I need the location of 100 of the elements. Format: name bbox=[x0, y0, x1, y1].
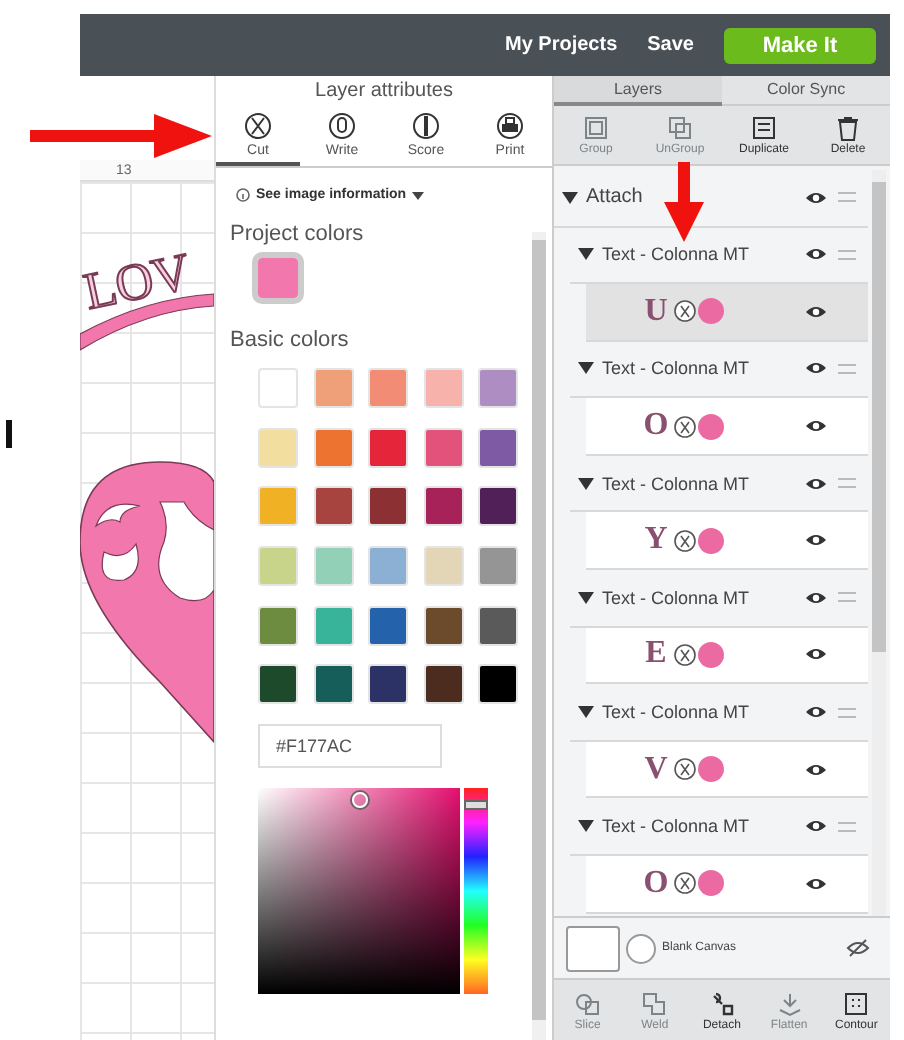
cut-icon bbox=[244, 111, 272, 139]
scrollbar[interactable] bbox=[872, 169, 886, 917]
detach-icon bbox=[707, 989, 736, 1018]
layer-row[interactable]: V bbox=[586, 741, 868, 799]
picker-handle[interactable] bbox=[352, 792, 368, 809]
visibility-icon bbox=[806, 875, 826, 892]
color-dot-icon bbox=[698, 298, 724, 325]
cut-icon bbox=[674, 758, 696, 781]
color-swatch[interactable] bbox=[368, 486, 408, 527]
canvas-color-swatch[interactable] bbox=[566, 925, 620, 972]
color-swatch[interactable] bbox=[258, 605, 298, 646]
visibility-icon bbox=[806, 761, 826, 778]
layer-group-label[interactable]: Text - Colonna MT bbox=[602, 244, 806, 265]
color-swatch[interactable] bbox=[478, 368, 518, 408]
color-swatch[interactable] bbox=[423, 546, 463, 587]
color-swatch[interactable] bbox=[258, 368, 298, 408]
layer-glyph: O bbox=[642, 408, 670, 445]
layer-group-label[interactable]: Text - Colonna MT bbox=[602, 702, 806, 723]
color-swatch[interactable] bbox=[313, 427, 353, 468]
section-title: Basic colors bbox=[230, 328, 351, 352]
nav-link[interactable]: My Projects bbox=[505, 34, 618, 56]
color-swatch[interactable] bbox=[423, 368, 463, 408]
color-swatch[interactable] bbox=[368, 368, 408, 408]
layer-row[interactable]: U bbox=[586, 284, 868, 342]
visibility-icon bbox=[806, 646, 826, 663]
cut-icon bbox=[674, 300, 696, 323]
color-swatch[interactable] bbox=[478, 427, 518, 468]
layer-row[interactable]: E bbox=[586, 627, 868, 685]
caret-icon[interactable] bbox=[578, 477, 594, 490]
color-swatch[interactable] bbox=[368, 546, 408, 587]
hidden-icon bbox=[846, 938, 870, 959]
score-icon bbox=[412, 111, 440, 139]
layer-glyph: O bbox=[642, 865, 670, 902]
color-dot-icon bbox=[698, 527, 724, 554]
section-title: Project colors bbox=[230, 222, 366, 246]
color-swatch[interactable] bbox=[478, 664, 518, 705]
hue-slider[interactable] bbox=[464, 788, 488, 995]
caret-icon[interactable] bbox=[578, 362, 594, 375]
color-dot-icon bbox=[698, 413, 724, 440]
scrollbar[interactable] bbox=[532, 232, 546, 1040]
arrow-annotation bbox=[664, 162, 704, 242]
layer-row[interactable]: O bbox=[586, 398, 868, 456]
visibility-icon bbox=[806, 818, 826, 835]
caret-icon[interactable] bbox=[562, 191, 578, 204]
drag-handle-icon bbox=[838, 363, 856, 374]
color-swatch[interactable] bbox=[423, 605, 463, 646]
hex-input-field[interactable]: #F177AC bbox=[258, 724, 442, 769]
color-swatch[interactable] bbox=[423, 486, 463, 527]
color-dot-icon bbox=[698, 641, 724, 668]
color-swatch[interactable] bbox=[258, 486, 298, 527]
drag-handle-icon bbox=[838, 478, 856, 489]
nav-link[interactable]: Save bbox=[647, 34, 694, 56]
caret-icon[interactable] bbox=[578, 591, 594, 604]
color-swatch[interactable] bbox=[313, 486, 353, 527]
color-swatch[interactable] bbox=[258, 427, 298, 468]
layer-group-label[interactable]: Text - Colonna MT bbox=[602, 587, 806, 608]
flatten-icon bbox=[775, 989, 804, 1018]
cut-icon bbox=[674, 415, 696, 438]
layer-group-label[interactable]: Text - Colonna MT bbox=[602, 473, 806, 494]
layer-group-label[interactable]: Text - Colonna MT bbox=[602, 358, 806, 379]
color-swatch[interactable] bbox=[478, 605, 518, 646]
color-swatch[interactable] bbox=[423, 427, 463, 468]
layer-group-label[interactable]: Text - Colonna MT bbox=[602, 816, 806, 837]
visibility-icon bbox=[806, 246, 826, 263]
print-icon bbox=[496, 111, 524, 139]
color-swatch[interactable] bbox=[423, 664, 463, 705]
caret-icon[interactable] bbox=[578, 248, 594, 261]
color-picker-area[interactable] bbox=[258, 788, 460, 995]
color-swatch[interactable] bbox=[478, 486, 518, 527]
color-swatch[interactable] bbox=[258, 258, 298, 298]
layer-glyph: Y bbox=[642, 522, 670, 559]
layer-row[interactable]: Y bbox=[586, 512, 868, 571]
contour-icon bbox=[842, 989, 871, 1018]
visibility-icon bbox=[806, 189, 826, 206]
visibility-icon bbox=[806, 418, 826, 435]
color-swatch[interactable] bbox=[258, 546, 298, 587]
drag-handle-icon bbox=[838, 249, 856, 260]
color-swatch[interactable] bbox=[478, 546, 518, 587]
visibility-icon bbox=[806, 532, 826, 549]
color-swatch[interactable] bbox=[313, 605, 353, 646]
panel-tab[interactable]: Layers bbox=[554, 76, 722, 106]
color-swatch[interactable] bbox=[313, 546, 353, 587]
layer-row[interactable]: O bbox=[586, 856, 868, 914]
hue-thumb[interactable] bbox=[464, 800, 488, 811]
caret-icon[interactable] bbox=[578, 820, 594, 833]
cut-icon bbox=[674, 643, 696, 666]
canvas-color-circle[interactable] bbox=[626, 933, 656, 964]
caret-icon[interactable] bbox=[578, 706, 594, 719]
delete-icon bbox=[834, 113, 862, 142]
color-dot-icon bbox=[698, 870, 724, 897]
color-swatch[interactable] bbox=[313, 368, 353, 408]
color-swatch[interactable] bbox=[313, 664, 353, 705]
color-dot-icon bbox=[698, 756, 724, 783]
visibility-icon bbox=[806, 303, 826, 320]
color-swatch[interactable] bbox=[258, 664, 298, 705]
color-swatch[interactable] bbox=[368, 427, 408, 468]
layer-group-label[interactable]: Attach bbox=[586, 186, 806, 209]
color-swatch[interactable] bbox=[368, 605, 408, 646]
drag-handle-icon bbox=[838, 192, 856, 203]
color-swatch[interactable] bbox=[368, 664, 408, 705]
